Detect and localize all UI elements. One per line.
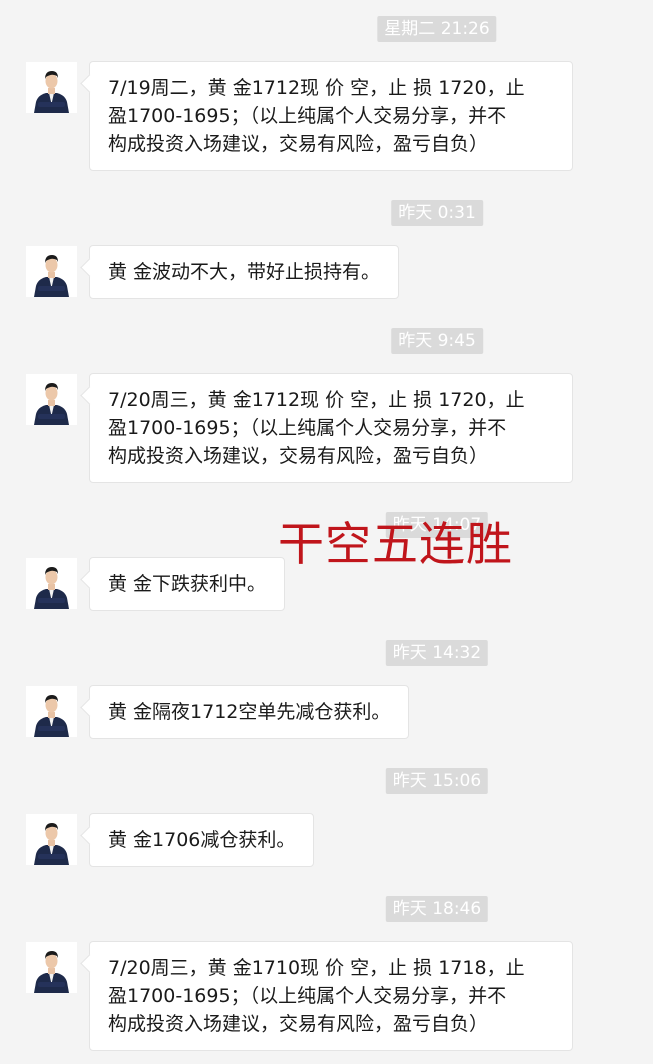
avatar[interactable] — [26, 686, 77, 737]
message-bubble[interactable]: 黄 金波动不大，带好止损持有。 — [89, 245, 400, 299]
timestamp: 昨天 0:31 — [391, 200, 483, 226]
message-text-line: 盈1700-1695；（以上纯属个人交易分享，并不 — [108, 417, 507, 439]
message-text-line: 黄 金1706减仓获利。 — [108, 829, 296, 851]
message-text-line: 7/20周三，黄 金1712现 价 空，止 损 1720，止 — [108, 389, 525, 411]
message-bubble[interactable]: 黄 金隔夜1712空单先减仓获利。 — [89, 685, 410, 739]
message-text-line: 盈1700-1695；（以上纯属个人交易分享，并不 — [108, 985, 507, 1007]
overlay-stamp-text: 干空五连胜 — [278, 517, 513, 571]
avatar[interactable] — [26, 942, 77, 993]
message-bubble[interactable]: 黄 金下跌获利中。 — [89, 557, 286, 611]
timestamp: 昨天 18:46 — [385, 896, 489, 922]
message-text-line: 盈1700-1695；（以上纯属个人交易分享，并不 — [108, 105, 507, 127]
avatar[interactable] — [26, 558, 77, 609]
man-in-suit-avatar-icon — [26, 814, 77, 865]
man-in-suit-avatar-icon — [26, 246, 77, 297]
avatar[interactable] — [26, 374, 77, 425]
man-in-suit-avatar-icon — [26, 942, 77, 993]
message-text-line: 黄 金下跌获利中。 — [108, 573, 267, 595]
message-text-line: 构成投资入场建议，交易有风险，盈亏自负） — [108, 1013, 489, 1035]
message-bubble[interactable]: 7/19周二，黄 金1712现 价 空，止 损 1720，止 盈1700-169… — [89, 61, 573, 171]
message-bubble[interactable]: 7/20周三，黄 金1712现 价 空，止 损 1720，止 盈1700-169… — [89, 373, 573, 483]
message-bubble[interactable]: 黄 金1706减仓获利。 — [89, 813, 315, 867]
timestamp: 昨天 14:32 — [385, 640, 489, 666]
man-in-suit-avatar-icon — [26, 62, 77, 113]
timestamp: 昨天 9:45 — [391, 328, 483, 354]
avatar[interactable] — [26, 62, 77, 113]
message-text-line: 构成投资入场建议，交易有风险，盈亏自负） — [108, 133, 489, 155]
avatar[interactable] — [26, 814, 77, 865]
message-text-line: 7/19周二，黄 金1712现 价 空，止 损 1720，止 — [108, 77, 525, 99]
man-in-suit-avatar-icon — [26, 686, 77, 737]
man-in-suit-avatar-icon — [26, 558, 77, 609]
message-text-line: 构成投资入场建议，交易有风险，盈亏自负） — [108, 445, 489, 467]
message-text-line: 黄 金波动不大，带好止损持有。 — [108, 261, 381, 283]
message-text-line: 黄 金隔夜1712空单先减仓获利。 — [108, 701, 391, 723]
message-bubble[interactable]: 7/20周三，黄 金1710现 价 空，止 损 1718，止 盈1700-169… — [89, 941, 573, 1051]
timestamp: 昨天 15:06 — [385, 768, 489, 794]
timestamp: 星期二 21:26 — [377, 16, 497, 42]
message-text-line: 7/20周三，黄 金1710现 价 空，止 损 1718，止 — [108, 957, 525, 979]
avatar[interactable] — [26, 246, 77, 297]
man-in-suit-avatar-icon — [26, 374, 77, 425]
